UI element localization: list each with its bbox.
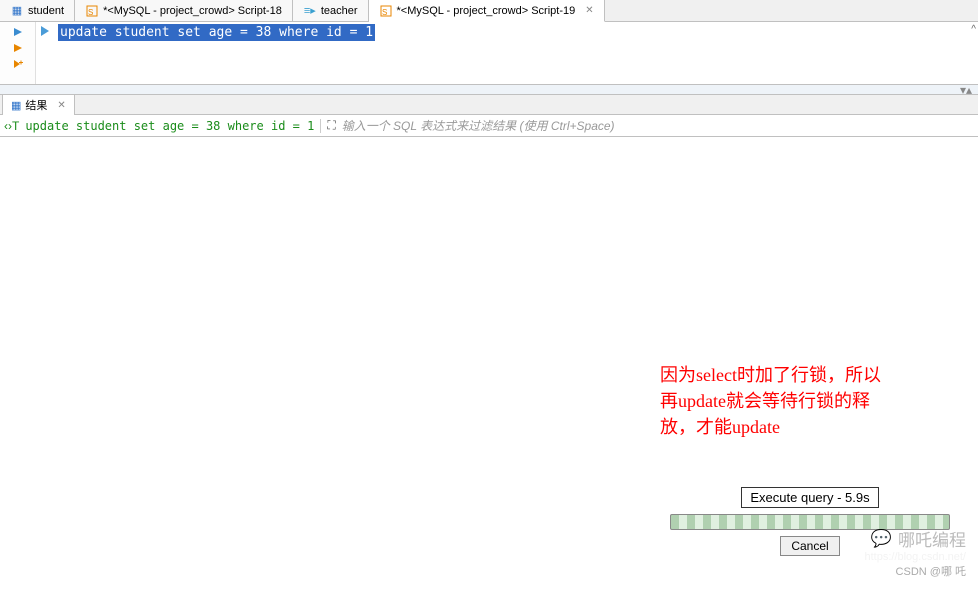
sql-script-icon: S [85, 4, 99, 18]
progress-label: Execute query - 5.9s [741, 487, 878, 508]
sql-script-icon: S [379, 4, 393, 18]
annotation-line: 因为select时加了行锁，所以 [660, 362, 881, 388]
execute-statement-icon[interactable] [0, 40, 35, 56]
results-area: 因为select时加了行锁，所以 再update就会等待行锁的释 放，才能upd… [0, 137, 978, 587]
tab-label: *<MySQL - project_crowd> Script-18 [103, 5, 282, 17]
chat-icon: 💬 [871, 529, 892, 549]
sql-statement-display: update student set age = 38 where id = 1 [25, 119, 314, 133]
execute-icon[interactable] [0, 24, 35, 40]
svg-text:S: S [88, 8, 93, 17]
annotation-text: 因为select时加了行锁，所以 再update就会等待行锁的释 放，才能upd… [660, 362, 881, 440]
add-icon[interactable] [0, 56, 35, 72]
tab-student[interactable]: ▦ student [0, 0, 75, 21]
annotation-line: 再update就会等待行锁的释 [660, 388, 881, 414]
watermark: 💬 哪吒编程 https://blog.csdn.net/ CSDN @哪 吒 [864, 526, 966, 579]
tab-script-18[interactable]: S *<MySQL - project_crowd> Script-18 [75, 0, 293, 21]
tab-script-19[interactable]: S *<MySQL - project_crowd> Script-19 ✕ [369, 0, 605, 22]
results-tab[interactable]: ▦ 结果 ✕ [2, 94, 75, 115]
close-icon[interactable]: ✕ [585, 5, 593, 16]
table-icon: ▦ [10, 4, 24, 18]
results-tab-label: 结果 [25, 97, 47, 113]
editor-scroll-indicator: ^ [971, 24, 976, 35]
tab-label: *<MySQL - project_crowd> Script-19 [397, 5, 576, 17]
panel-minimize-bar: ▾▴ [0, 85, 978, 95]
editor-gutter [0, 22, 36, 84]
bookmark-icon [38, 24, 52, 38]
tab-teacher[interactable]: ≡▸ teacher [293, 0, 369, 21]
sql-text-icon: ‹›T [4, 119, 19, 133]
table-icon: ≡▸ [303, 4, 317, 18]
watermark-attr: CSDN @哪 吒 [896, 563, 966, 579]
sql-text: update student set age = 38 where id = 1 [58, 24, 375, 41]
svg-text:S: S [382, 8, 387, 17]
editor-content[interactable]: update student set age = 38 where id = 1 [36, 22, 978, 84]
watermark-url: https://blog.csdn.net/ [864, 551, 966, 563]
tab-label: student [28, 5, 64, 17]
filter-input[interactable]: 输入一个 SQL 表达式来过滤结果 (使用 Ctrl+Space) [342, 117, 615, 134]
divider [320, 119, 321, 133]
editor-tab-bar: ▦ student S *<MySQL - project_crowd> Scr… [0, 0, 978, 22]
tab-label: teacher [321, 5, 358, 17]
cancel-button[interactable]: Cancel [780, 536, 839, 556]
close-icon[interactable]: ✕ [57, 100, 65, 111]
annotation-line: 放，才能update [660, 414, 881, 440]
results-filter-bar: ‹›T update student set age = 38 where id… [0, 115, 978, 137]
sql-editor: update student set age = 38 where id = 1… [0, 22, 978, 85]
watermark-brand: 💬 哪吒编程 [871, 526, 966, 551]
grid-icon: ▦ [11, 99, 21, 112]
expand-icon[interactable]: ⛶ [327, 118, 335, 133]
results-tab-bar: ▦ 结果 ✕ [0, 95, 978, 115]
